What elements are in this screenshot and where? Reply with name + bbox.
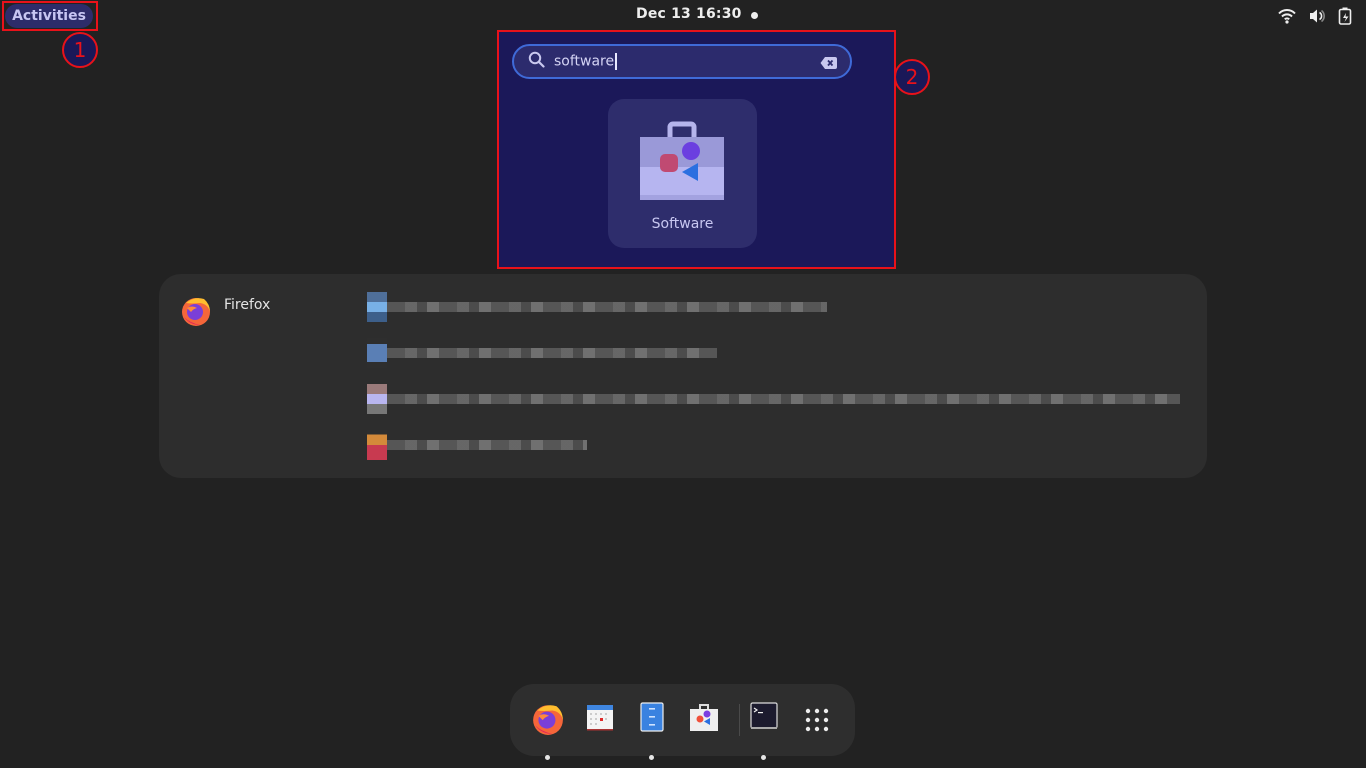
calendar-icon (586, 702, 614, 742)
result-thumbnail (367, 430, 387, 460)
result-thumbnail (367, 338, 387, 368)
result-text-redacted (387, 348, 717, 358)
dock (510, 684, 855, 760)
running-indicator (545, 755, 550, 760)
show-applications-button[interactable] (797, 702, 837, 742)
notification-indicator (751, 12, 758, 19)
result-text-redacted (387, 440, 587, 450)
dock-item-calendar[interactable] (580, 702, 620, 742)
annotation-marker-1: 1 (62, 32, 98, 68)
dock-item-files[interactable] (632, 702, 672, 760)
system-tray[interactable] (1278, 7, 1352, 25)
wifi-icon[interactable] (1278, 8, 1296, 24)
running-indicator (649, 755, 654, 760)
dock-item-software[interactable] (684, 702, 724, 742)
result-thumbnail (367, 384, 387, 414)
dock-item-terminal[interactable] (744, 702, 784, 760)
terminal-icon (750, 702, 778, 742)
dock-item-firefox[interactable] (528, 702, 568, 760)
app-grid-icon (805, 702, 829, 742)
annotation-box-2 (497, 30, 896, 269)
annotation-marker-2: 2 (894, 59, 930, 95)
software-store-icon (689, 702, 719, 742)
provider-results-firefox: Firefox (159, 274, 1207, 478)
dock-separator (739, 704, 740, 736)
result-text-redacted (387, 302, 827, 312)
battery-charging-icon[interactable] (1338, 7, 1352, 25)
firefox-icon (531, 702, 565, 742)
volume-icon[interactable] (1308, 8, 1326, 24)
clock-button[interactable]: Dec 13 16:30 (636, 6, 742, 22)
result-thumbnail (367, 292, 387, 322)
provider-name: Firefox (224, 297, 271, 313)
top-bar: Activities Dec 13 16:30 (0, 0, 1366, 32)
result-text-redacted (387, 394, 1180, 404)
firefox-icon[interactable] (180, 295, 212, 331)
files-icon (640, 702, 664, 742)
annotation-box-1 (2, 1, 98, 31)
running-indicator (761, 755, 766, 760)
